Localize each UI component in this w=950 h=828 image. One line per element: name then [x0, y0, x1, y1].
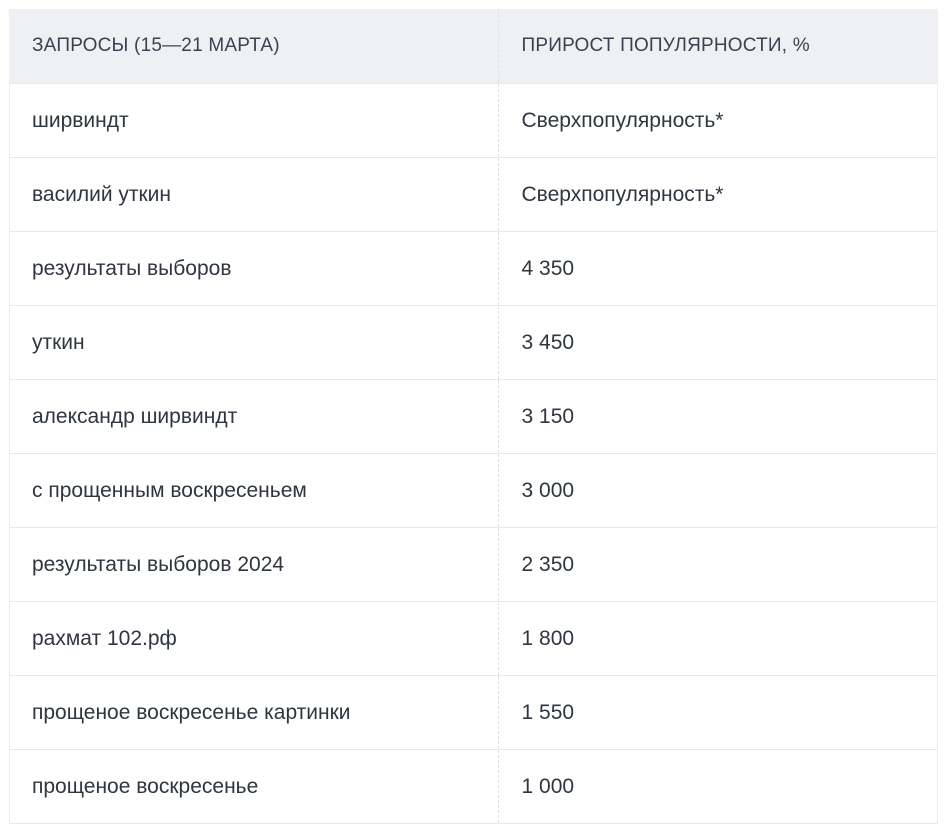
- popularity-table: ЗАПРОСЫ (15—21 МАРТА) ПРИРОСТ ПОПУЛЯРНОС…: [9, 9, 938, 824]
- growth-cell: 3 000: [498, 453, 938, 528]
- query-cell: прощеное воскресенье: [9, 749, 499, 824]
- table-row: василий уткин Сверхпопулярность*: [9, 157, 938, 232]
- growth-cell: 1 550: [498, 675, 938, 750]
- header-queries: ЗАПРОСЫ (15—21 МАРТА): [9, 9, 499, 84]
- popularity-table-container: ЗАПРОСЫ (15—21 МАРТА) ПРИРОСТ ПОПУЛЯРНОС…: [9, 9, 938, 824]
- table-left-border: [9, 83, 10, 823]
- query-cell: прощеное воскресенье картинки: [9, 675, 499, 750]
- table-row: результаты выборов 2024 2 350: [9, 527, 938, 602]
- query-cell: с прощенным воскресеньем: [9, 453, 499, 528]
- growth-cell: Сверхпопулярность*: [498, 157, 938, 232]
- query-cell: рахмат 102.рф: [9, 601, 499, 676]
- table-row: уткин 3 450: [9, 305, 938, 380]
- growth-cell: Сверхпопулярность*: [498, 83, 938, 158]
- table-row: ширвиндт Сверхпопулярность*: [9, 83, 938, 158]
- query-cell: результаты выборов: [9, 231, 499, 306]
- growth-cell: 1 000: [498, 749, 938, 824]
- table-header: ЗАПРОСЫ (15—21 МАРТА) ПРИРОСТ ПОПУЛЯРНОС…: [9, 9, 938, 84]
- query-cell: результаты выборов 2024: [9, 527, 499, 602]
- growth-cell: 3 150: [498, 379, 938, 454]
- header-row: ЗАПРОСЫ (15—21 МАРТА) ПРИРОСТ ПОПУЛЯРНОС…: [9, 9, 938, 84]
- table-row: прощеное воскресенье 1 000: [9, 749, 938, 824]
- query-cell: василий уткин: [9, 157, 499, 232]
- table-body: ширвиндт Сверхпопулярность* василий утки…: [9, 83, 938, 824]
- query-cell: уткин: [9, 305, 499, 380]
- growth-cell: 2 350: [498, 527, 938, 602]
- growth-cell: 4 350: [498, 231, 938, 306]
- table-right-border: [937, 83, 938, 823]
- growth-cell: 1 800: [498, 601, 938, 676]
- growth-cell: 3 450: [498, 305, 938, 380]
- table-row: прощеное воскресенье картинки 1 550: [9, 675, 938, 750]
- table-row: рахмат 102.рф 1 800: [9, 601, 938, 676]
- header-growth: ПРИРОСТ ПОПУЛЯРНОСТИ, %: [498, 9, 938, 84]
- table-row: александр ширвиндт 3 150: [9, 379, 938, 454]
- query-cell: александр ширвиндт: [9, 379, 499, 454]
- table-row: результаты выборов 4 350: [9, 231, 938, 306]
- table-row: с прощенным воскресеньем 3 000: [9, 453, 938, 528]
- query-cell: ширвиндт: [9, 83, 499, 158]
